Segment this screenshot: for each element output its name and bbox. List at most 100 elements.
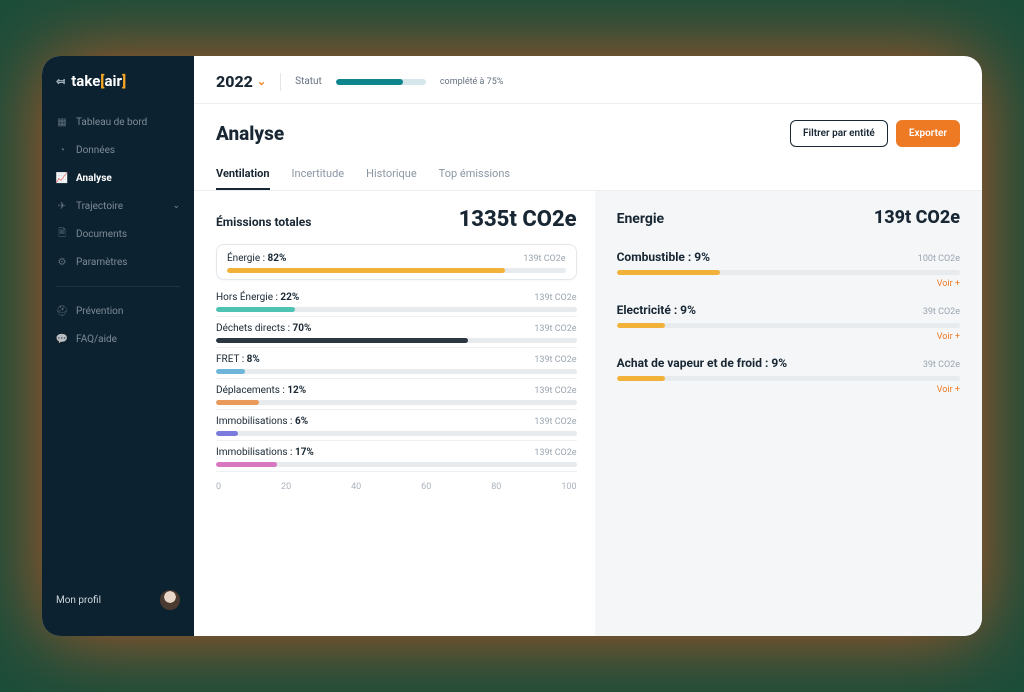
energy-title: Energie — [617, 211, 665, 227]
rocket-icon: ✈ — [56, 200, 68, 212]
year-value: 2022 — [216, 72, 253, 91]
voir-plus-link[interactable]: Voir + — [617, 275, 960, 289]
chevron-down-icon: ⌄ — [257, 75, 266, 88]
sidebar-item-analyse[interactable]: 📈Analyse — [42, 164, 194, 192]
year-selector[interactable]: 2022 ⌄ — [216, 72, 266, 91]
emission-value: 139t CO2e — [534, 417, 576, 427]
shield-icon: ⛑ — [56, 305, 68, 317]
sidebar-item-parametres[interactable]: ⚙Paramètres — [42, 248, 194, 276]
panels: Émissions totales 1335t CO2e Énergie : 8… — [194, 191, 982, 636]
emission-bar — [216, 431, 577, 436]
emissions-title: Émissions totales — [216, 215, 311, 229]
emission-value: 139t CO2e — [534, 355, 576, 365]
header-actions: Filtrer par entité Exporter — [790, 120, 960, 147]
sidebar-item-label: Trajectoire — [76, 201, 123, 212]
energy-item-name: Combustible : 9% — [617, 250, 710, 264]
divider — [56, 286, 180, 287]
logo-text: take — [71, 72, 100, 90]
emission-row: Immobilisations : 17% 139t CO2e — [216, 441, 577, 472]
main: 2022 ⌄ Statut complété à 75% Analyse Fil… — [194, 56, 982, 636]
sidebar-item-label: Prévention — [76, 306, 123, 317]
sidebar-item-prevention[interactable]: ⛑ Prévention — [42, 297, 194, 325]
tabs: Ventilation Incertitude Historique Top é… — [194, 153, 982, 191]
profile-label: Mon profil — [56, 595, 101, 606]
emission-value: 139t CO2e — [534, 448, 576, 458]
energy-item-bar — [617, 323, 960, 328]
energy-item-bar — [617, 270, 960, 275]
sliders-icon: ⚙ — [56, 256, 68, 268]
status-progress — [336, 79, 426, 85]
chart-icon: 📈 — [56, 172, 68, 184]
axis-tick: 20 — [281, 482, 291, 492]
collapse-icon[interactable]: ⤆ — [56, 75, 65, 88]
tab-historique[interactable]: Historique — [366, 159, 417, 190]
energy-item-bar — [617, 376, 960, 381]
emission-name: Hors Énergie : 22% — [216, 292, 299, 303]
status-label: Statut — [295, 76, 322, 87]
sidebar-item-dashboard[interactable]: ▦Tableau de bord — [42, 108, 194, 136]
energy-item: Achat de vapeur et de froid : 9% 39t CO2… — [617, 346, 960, 399]
page-title: Analyse — [216, 122, 284, 145]
chevron-down-icon: ⌄ — [172, 201, 180, 211]
emission-row: Hors Énergie : 22% 139t CO2e — [216, 286, 577, 317]
sidebar-item-label: Données — [76, 145, 115, 156]
tab-top-emissions[interactable]: Top émissions — [439, 159, 510, 190]
avatar — [160, 590, 180, 610]
emission-name: Immobilisations : 6% — [216, 416, 308, 427]
energy-item: Electricité : 9% 39t CO2e Voir + — [617, 293, 960, 346]
tab-incertitude[interactable]: Incertitude — [292, 159, 345, 190]
emission-bar — [227, 268, 566, 273]
tab-ventilation[interactable]: Ventilation — [216, 159, 270, 190]
voir-plus-link[interactable]: Voir + — [617, 328, 960, 342]
app-window: ⤆ take[air] ▦Tableau de bord ◔Données 📈A… — [42, 56, 982, 636]
energy-total: 139t CO2e — [874, 207, 960, 228]
sidebar-item-faq[interactable]: 💬 FAQ/aide — [42, 325, 194, 353]
database-icon: ◔ — [56, 144, 68, 156]
emission-name: Déplacements : 12% — [216, 385, 306, 396]
energy-item: Combustible : 9% 100t CO2e Voir + — [617, 240, 960, 293]
filter-button[interactable]: Filtrer par entité — [790, 120, 888, 147]
x-axis: 020406080100 — [216, 472, 577, 492]
emission-row: Déplacements : 12% 139t CO2e — [216, 379, 577, 410]
emission-name: Énergie : 82% — [227, 253, 286, 264]
emission-bar — [216, 462, 577, 467]
emission-value: 139t CO2e — [534, 293, 576, 303]
nav-list-secondary: ⛑ Prévention 💬 FAQ/aide — [42, 297, 194, 353]
emission-row[interactable]: Énergie : 82% 139t CO2e — [216, 244, 577, 280]
emission-row: Déchets directs : 70% 139t CO2e — [216, 317, 577, 348]
axis-tick: 60 — [421, 482, 431, 492]
emission-row: Immobilisations : 6% 139t CO2e — [216, 410, 577, 441]
profile-row[interactable]: Mon profil — [42, 580, 194, 620]
emissions-total: 1335t CO2e — [459, 207, 577, 232]
sidebar-item-documents[interactable]: 🗎Documents — [42, 220, 194, 248]
energy-item-value: 100t CO2e — [918, 254, 960, 264]
chat-icon: 💬 — [56, 333, 68, 345]
sidebar-item-trajectoire[interactable]: ✈ Trajectoire ⌄ — [42, 192, 194, 220]
bracket-close: ] — [122, 72, 126, 90]
sidebar-item-label: FAQ/aide — [76, 334, 117, 345]
energy-item-value: 39t CO2e — [923, 307, 960, 317]
left-panel: Émissions totales 1335t CO2e Énergie : 8… — [194, 191, 595, 636]
divider — [280, 73, 281, 91]
topbar: 2022 ⌄ Statut complété à 75% — [194, 56, 982, 104]
sidebar-item-label: Documents — [76, 229, 127, 240]
left-panel-head: Émissions totales 1335t CO2e — [216, 207, 577, 232]
emission-value: 139t CO2e — [534, 324, 576, 334]
logo: ⤆ take[air] — [42, 72, 194, 108]
axis-tick: 80 — [491, 482, 501, 492]
emission-name: FRET : 8% — [216, 354, 260, 365]
axis-tick: 40 — [351, 482, 361, 492]
export-button[interactable]: Exporter — [896, 120, 960, 147]
emission-row: FRET : 8% 139t CO2e — [216, 348, 577, 379]
sidebar-item-data[interactable]: ◔ Données — [42, 136, 194, 164]
sidebar: ⤆ take[air] ▦Tableau de bord ◔ Données 📈A… — [42, 56, 194, 636]
emission-bar — [216, 400, 577, 405]
voir-plus-link[interactable]: Voir + — [617, 381, 960, 395]
page-header: Analyse Filtrer par entité Exporter — [194, 104, 982, 153]
emission-bar — [216, 338, 577, 343]
emission-value: 139t CO2e — [523, 254, 565, 264]
dashboard-icon: ▦ — [56, 116, 68, 128]
nav-list: ▦Tableau de bord ◔ Données 📈Analyse ✈ Traj… — [42, 108, 194, 276]
axis-tick: 100 — [561, 482, 576, 492]
status-text: complété à 75% — [440, 77, 504, 87]
